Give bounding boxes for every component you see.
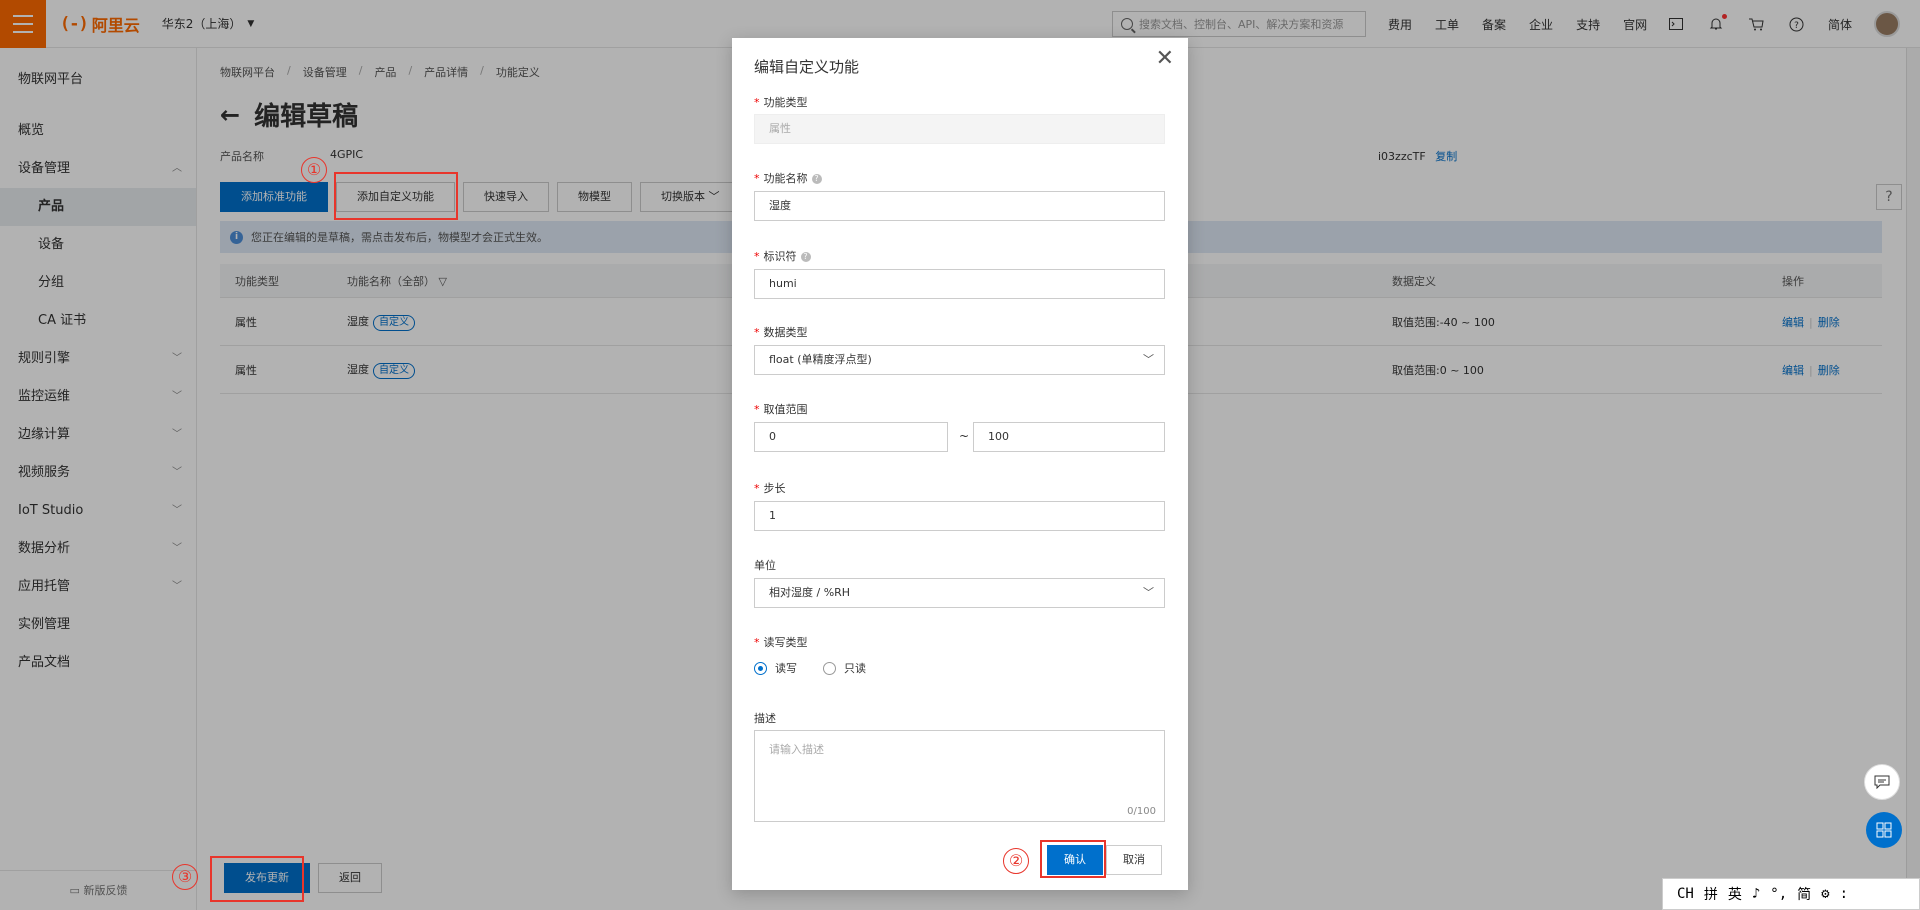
required-mark: * (754, 172, 760, 185)
required-mark: * (754, 482, 760, 495)
chevron-down-icon: ﹀ (1143, 586, 1154, 599)
unit-label: 单位 (754, 559, 776, 572)
data-type-label: * 数据类型 (754, 324, 808, 340)
radio-read-only[interactable] (823, 661, 836, 675)
ime-settings-icon[interactable]: ⚙ (1821, 886, 1829, 902)
required-mark: * (754, 96, 760, 109)
description-label: 描述 (754, 712, 776, 725)
required-mark: * (754, 250, 760, 263)
description-placeholder: 请输入描述 (769, 743, 824, 756)
range-tilde: ~ (959, 429, 970, 443)
ime-more-icon[interactable]: : (1840, 886, 1848, 902)
ime-pinyin[interactable]: 拼 (1704, 884, 1718, 904)
identifier-label-text: 标识符 (763, 250, 797, 263)
radio-read-write-label[interactable]: 读写 (775, 660, 797, 676)
annotation-box-1 (334, 172, 458, 220)
chat-icon[interactable] (1864, 764, 1900, 800)
annotation-number-1: ① (301, 157, 327, 183)
required-mark: * (754, 403, 760, 416)
step-label: * 步长 (754, 480, 786, 496)
required-mark: * (754, 326, 760, 339)
identifier-input[interactable]: humi (754, 269, 1165, 299)
char-counter: 0/100 (1127, 806, 1156, 817)
required-mark: * (754, 636, 760, 649)
function-type-label-text: 功能类型 (763, 96, 808, 109)
range-min-input[interactable]: 0 (754, 422, 948, 452)
radio-read-only-label[interactable]: 只读 (844, 660, 866, 676)
annotation-box-3 (210, 856, 304, 902)
annotation-number-3: ③ (172, 864, 198, 890)
ime-punct-icon[interactable]: °, (1770, 886, 1787, 902)
ime-mode[interactable]: CH (1677, 886, 1694, 902)
apps-icon[interactable] (1866, 812, 1902, 848)
range-label-text: 取值范围 (763, 403, 808, 416)
annotation-number-2: ② (1003, 848, 1029, 874)
description-textarea[interactable]: 请输入描述 0/100 (754, 730, 1165, 822)
unit-value: 相对湿度 / %RH (769, 586, 851, 599)
function-name-label: * 功能名称? (754, 170, 822, 186)
range-label: * 取值范围 (754, 401, 808, 417)
cancel-button[interactable]: 取消 (1106, 845, 1162, 875)
close-icon[interactable]: ✕ (1156, 48, 1174, 70)
data-type-select[interactable]: float (单精度浮点型) ﹀ (754, 345, 1165, 375)
step-label-text: 步长 (763, 482, 786, 495)
step-input[interactable]: 1 (754, 501, 1165, 531)
data-type-label-text: 数据类型 (763, 326, 808, 339)
ime-toolbar: CH 拼 英 ♪ °, 简 ⚙ : (1662, 878, 1920, 910)
chevron-down-icon: ﹀ (1143, 353, 1154, 366)
function-type-field: 属性 (754, 114, 1165, 144)
edit-custom-function-dialog: 编辑自定义功能 ✕ * 功能类型 属性 * 功能名称? 湿度 * 标识符? humi … (732, 38, 1188, 890)
dialog-title: 编辑自定义功能 (754, 58, 860, 76)
unit-select[interactable]: 相对湿度 / %RH ﹀ (754, 578, 1165, 608)
rw-type-radio-group: 读写 只读 (754, 660, 892, 676)
radio-read-write[interactable] (754, 661, 767, 675)
range-max-input[interactable]: 100 (973, 422, 1165, 452)
ime-english[interactable]: 英 (1728, 884, 1742, 904)
ime-moon-icon[interactable]: ♪ (1752, 886, 1760, 902)
function-name-label-text: 功能名称 (763, 172, 808, 185)
function-name-input[interactable]: 湿度 (754, 191, 1165, 221)
identifier-label: * 标识符? (754, 248, 811, 264)
function-type-label: * 功能类型 (754, 94, 808, 110)
help-icon[interactable]: ? (800, 252, 811, 262)
help-icon[interactable]: ? (811, 174, 822, 184)
ime-simplified[interactable]: 简 (1797, 884, 1811, 904)
rw-type-label: * 读写类型 (754, 634, 808, 650)
data-type-value: float (单精度浮点型) (769, 353, 872, 366)
rw-type-label-text: 读写类型 (763, 636, 808, 649)
annotation-box-2 (1040, 840, 1106, 878)
